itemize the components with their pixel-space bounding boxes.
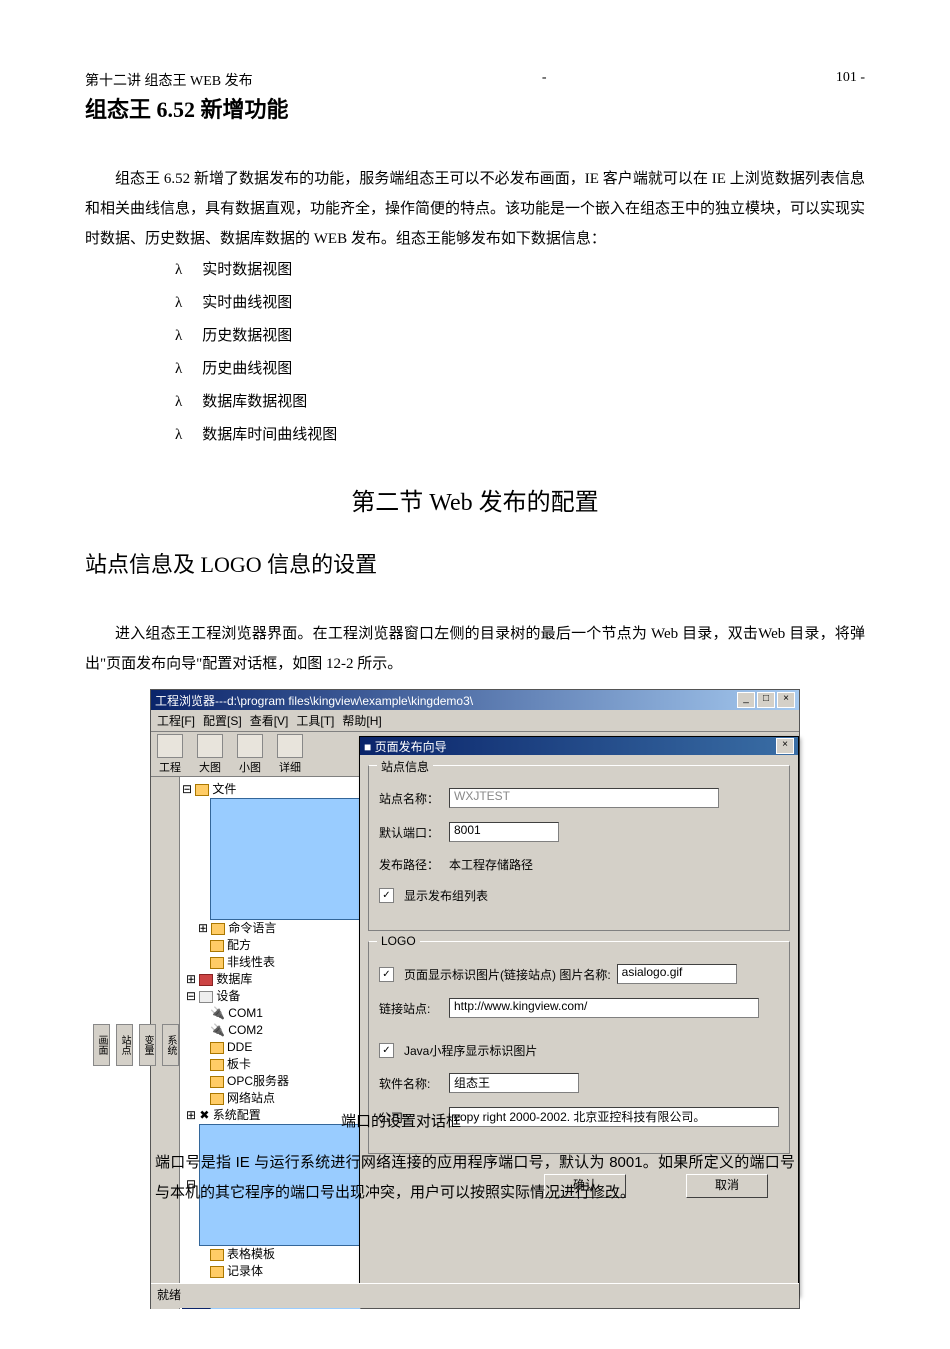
section-title: 第二节 Web 发布的配置 [85, 482, 865, 517]
tree-node[interactable]: ⊟ 文件 [182, 781, 358, 798]
tree-node[interactable]: 🔌 COM2 [182, 1022, 358, 1039]
large-icon [197, 734, 223, 758]
company-input[interactable]: copy right 2000-2002. 北京亚控科技有限公司。 [449, 1107, 779, 1127]
tree-node[interactable]: 板卡 [182, 1056, 358, 1073]
menu-config[interactable]: 配置[S] [203, 712, 242, 729]
list-item: λ实时曲线视图 [175, 287, 865, 320]
window-titlebar[interactable]: 工程浏览器---d:\program files\kingview\exampl… [151, 690, 799, 710]
menu-help[interactable]: 帮助[H] [342, 712, 381, 729]
tree-node[interactable]: 配方 [182, 937, 358, 954]
lambda-icon: λ [175, 353, 182, 386]
list-item: λ数据库数据视图 [175, 386, 865, 419]
list-item: λ历史数据视图 [175, 320, 865, 353]
figure-caption: 端口的设置对话框 [341, 1107, 461, 1137]
menu-view[interactable]: 查看[V] [250, 712, 289, 729]
maximize-button[interactable]: □ [757, 692, 775, 708]
header-mid: - [542, 70, 547, 90]
toolbar-detail[interactable]: 详细 [277, 734, 303, 775]
tree-panel[interactable]: ⊟ 文件 画面 ⊞ 命令语言 配方 非线性表 ⊞ 数据库 ⊟ 设备 🔌 COM1… [180, 777, 361, 1309]
menu-file[interactable]: 工程[F] [157, 712, 195, 729]
header-left: 第十二讲 组态王 WEB 发布 [85, 70, 253, 90]
site-info-group: 站点信息 站点名称： WXJTEST 默认端口： 8001 发布路径： 本工程存… [368, 765, 790, 931]
site-name-input[interactable]: WXJTEST [449, 788, 719, 808]
main-title: 组态王 6.52 新增功能 [85, 92, 865, 124]
show-logo-label: 页面显示标识图片(链接站点) 图片名称: [404, 966, 611, 983]
link-site-input[interactable]: http://www.kingview.com/ [449, 998, 759, 1018]
tab-system[interactable]: 系统 [162, 1024, 179, 1066]
tree-node[interactable]: ⊞ ✖ 系统配置 [182, 1107, 358, 1124]
tree-node[interactable]: 表格模板 [182, 1246, 358, 1263]
header-right: 101 - [836, 70, 865, 90]
show-logo-checkbox[interactable]: ✓ [379, 967, 394, 982]
dialog-titlebar[interactable]: ■ 页面发布向导 × [360, 737, 798, 755]
tree-node[interactable]: 记录体 [182, 1263, 358, 1280]
lambda-icon: λ [175, 419, 182, 452]
detail-icon [277, 734, 303, 758]
close-button[interactable]: × [777, 692, 795, 708]
page-header: 第十二讲 组态王 WEB 发布 - 101 - [85, 70, 865, 90]
tree-node[interactable]: DDE [182, 1039, 358, 1056]
dialog-title: 页面发布向导 [375, 740, 447, 754]
overlay-paragraph: 端口号是指 IE 与运行系统进行网络连接的应用程序端口号，默认为 8001。如果… [155, 1148, 795, 1208]
feature-list: λ实时数据视图 λ实时曲线视图 λ历史数据视图 λ历史曲线视图 λ数据库数据视图… [175, 254, 865, 452]
list-item: λ历史曲线视图 [175, 353, 865, 386]
list-item: λ实时数据视图 [175, 254, 865, 287]
dialog-close-button[interactable]: × [776, 738, 794, 754]
small-icon [237, 734, 263, 758]
lambda-icon: λ [175, 287, 182, 320]
java-logo-label: Java小程序显示标识图片 [404, 1042, 537, 1059]
site-name-label: 站点名称： [379, 790, 443, 807]
tree-node[interactable]: 画面 [182, 798, 358, 920]
tree-node[interactable]: ⊞ 命令语言 [182, 920, 358, 937]
intro-paragraph: 组态王 6.52 新增了数据发布的功能，服务端组态王可以不必发布画面，IE 客户… [85, 164, 865, 254]
port-input[interactable]: 8001 [449, 822, 559, 842]
menu-tools[interactable]: 工具[T] [296, 712, 334, 729]
publish-wizard-dialog: ■ 页面发布向导 × 站点信息 站点名称： WXJTEST 默认端口： 8001… [359, 736, 799, 1296]
lambda-icon: λ [175, 254, 182, 287]
software-label: 软件名称: [379, 1075, 443, 1092]
list-item: λ数据库时间曲线视图 [175, 419, 865, 452]
tree-node[interactable]: ⊞ 数据库 [182, 971, 358, 988]
port-label: 默认端口： [379, 824, 443, 841]
tab-site[interactable]: 站点 [116, 1024, 133, 1066]
subsection-title: 站点信息及 LOGO 信息的设置 [85, 547, 865, 579]
link-site-label: 链接站点: [379, 1000, 443, 1017]
path-value: 本工程存储路径 [449, 856, 533, 873]
path-label: 发布路径： [379, 856, 443, 873]
project-icon [157, 734, 183, 758]
lambda-icon: λ [175, 320, 182, 353]
tree-node[interactable]: 非线性表 [182, 954, 358, 971]
image-name-input[interactable]: asialogo.gif [617, 964, 737, 984]
tab-screen[interactable]: 画面 [93, 1024, 110, 1066]
toolbar-large[interactable]: 大图 [197, 734, 223, 775]
show-group-checkbox[interactable]: ✓ [379, 888, 394, 903]
statusbar: 就绪 [151, 1283, 799, 1308]
group-label: LOGO [377, 934, 420, 948]
tree-node[interactable]: 网络站点 [182, 1090, 358, 1107]
paragraph-2: 进入组态王工程浏览器界面。在工程浏览器窗口左侧的目录树的最后一个节点为 Web … [85, 619, 865, 679]
lambda-icon: λ [175, 386, 182, 419]
group-label: 站点信息 [377, 758, 433, 775]
tree-node[interactable]: ⊟ 设备 [182, 988, 358, 1005]
app-window: 工程浏览器---d:\program files\kingview\exampl… [150, 689, 800, 1309]
show-group-label: 显示发布组列表 [404, 887, 488, 904]
toolbar-small[interactable]: 小图 [237, 734, 263, 775]
minimize-button[interactable]: _ [737, 692, 755, 708]
software-input[interactable]: 组态王 [449, 1073, 579, 1093]
window-title: 工程浏览器---d:\program files\kingview\exampl… [155, 692, 473, 709]
toolbar-project[interactable]: 工程 [157, 734, 183, 775]
tree-node[interactable]: OPC服务器 [182, 1073, 358, 1090]
left-tabstrip: 系统 变量 站点 画面 [151, 777, 180, 1309]
tree-node[interactable]: 🔌 COM1 [182, 1005, 358, 1022]
java-logo-checkbox[interactable]: ✓ [379, 1043, 394, 1058]
tab-variable[interactable]: 变量 [139, 1024, 156, 1066]
menubar: 工程[F] 配置[S] 查看[V] 工具[T] 帮助[H] [151, 710, 799, 732]
